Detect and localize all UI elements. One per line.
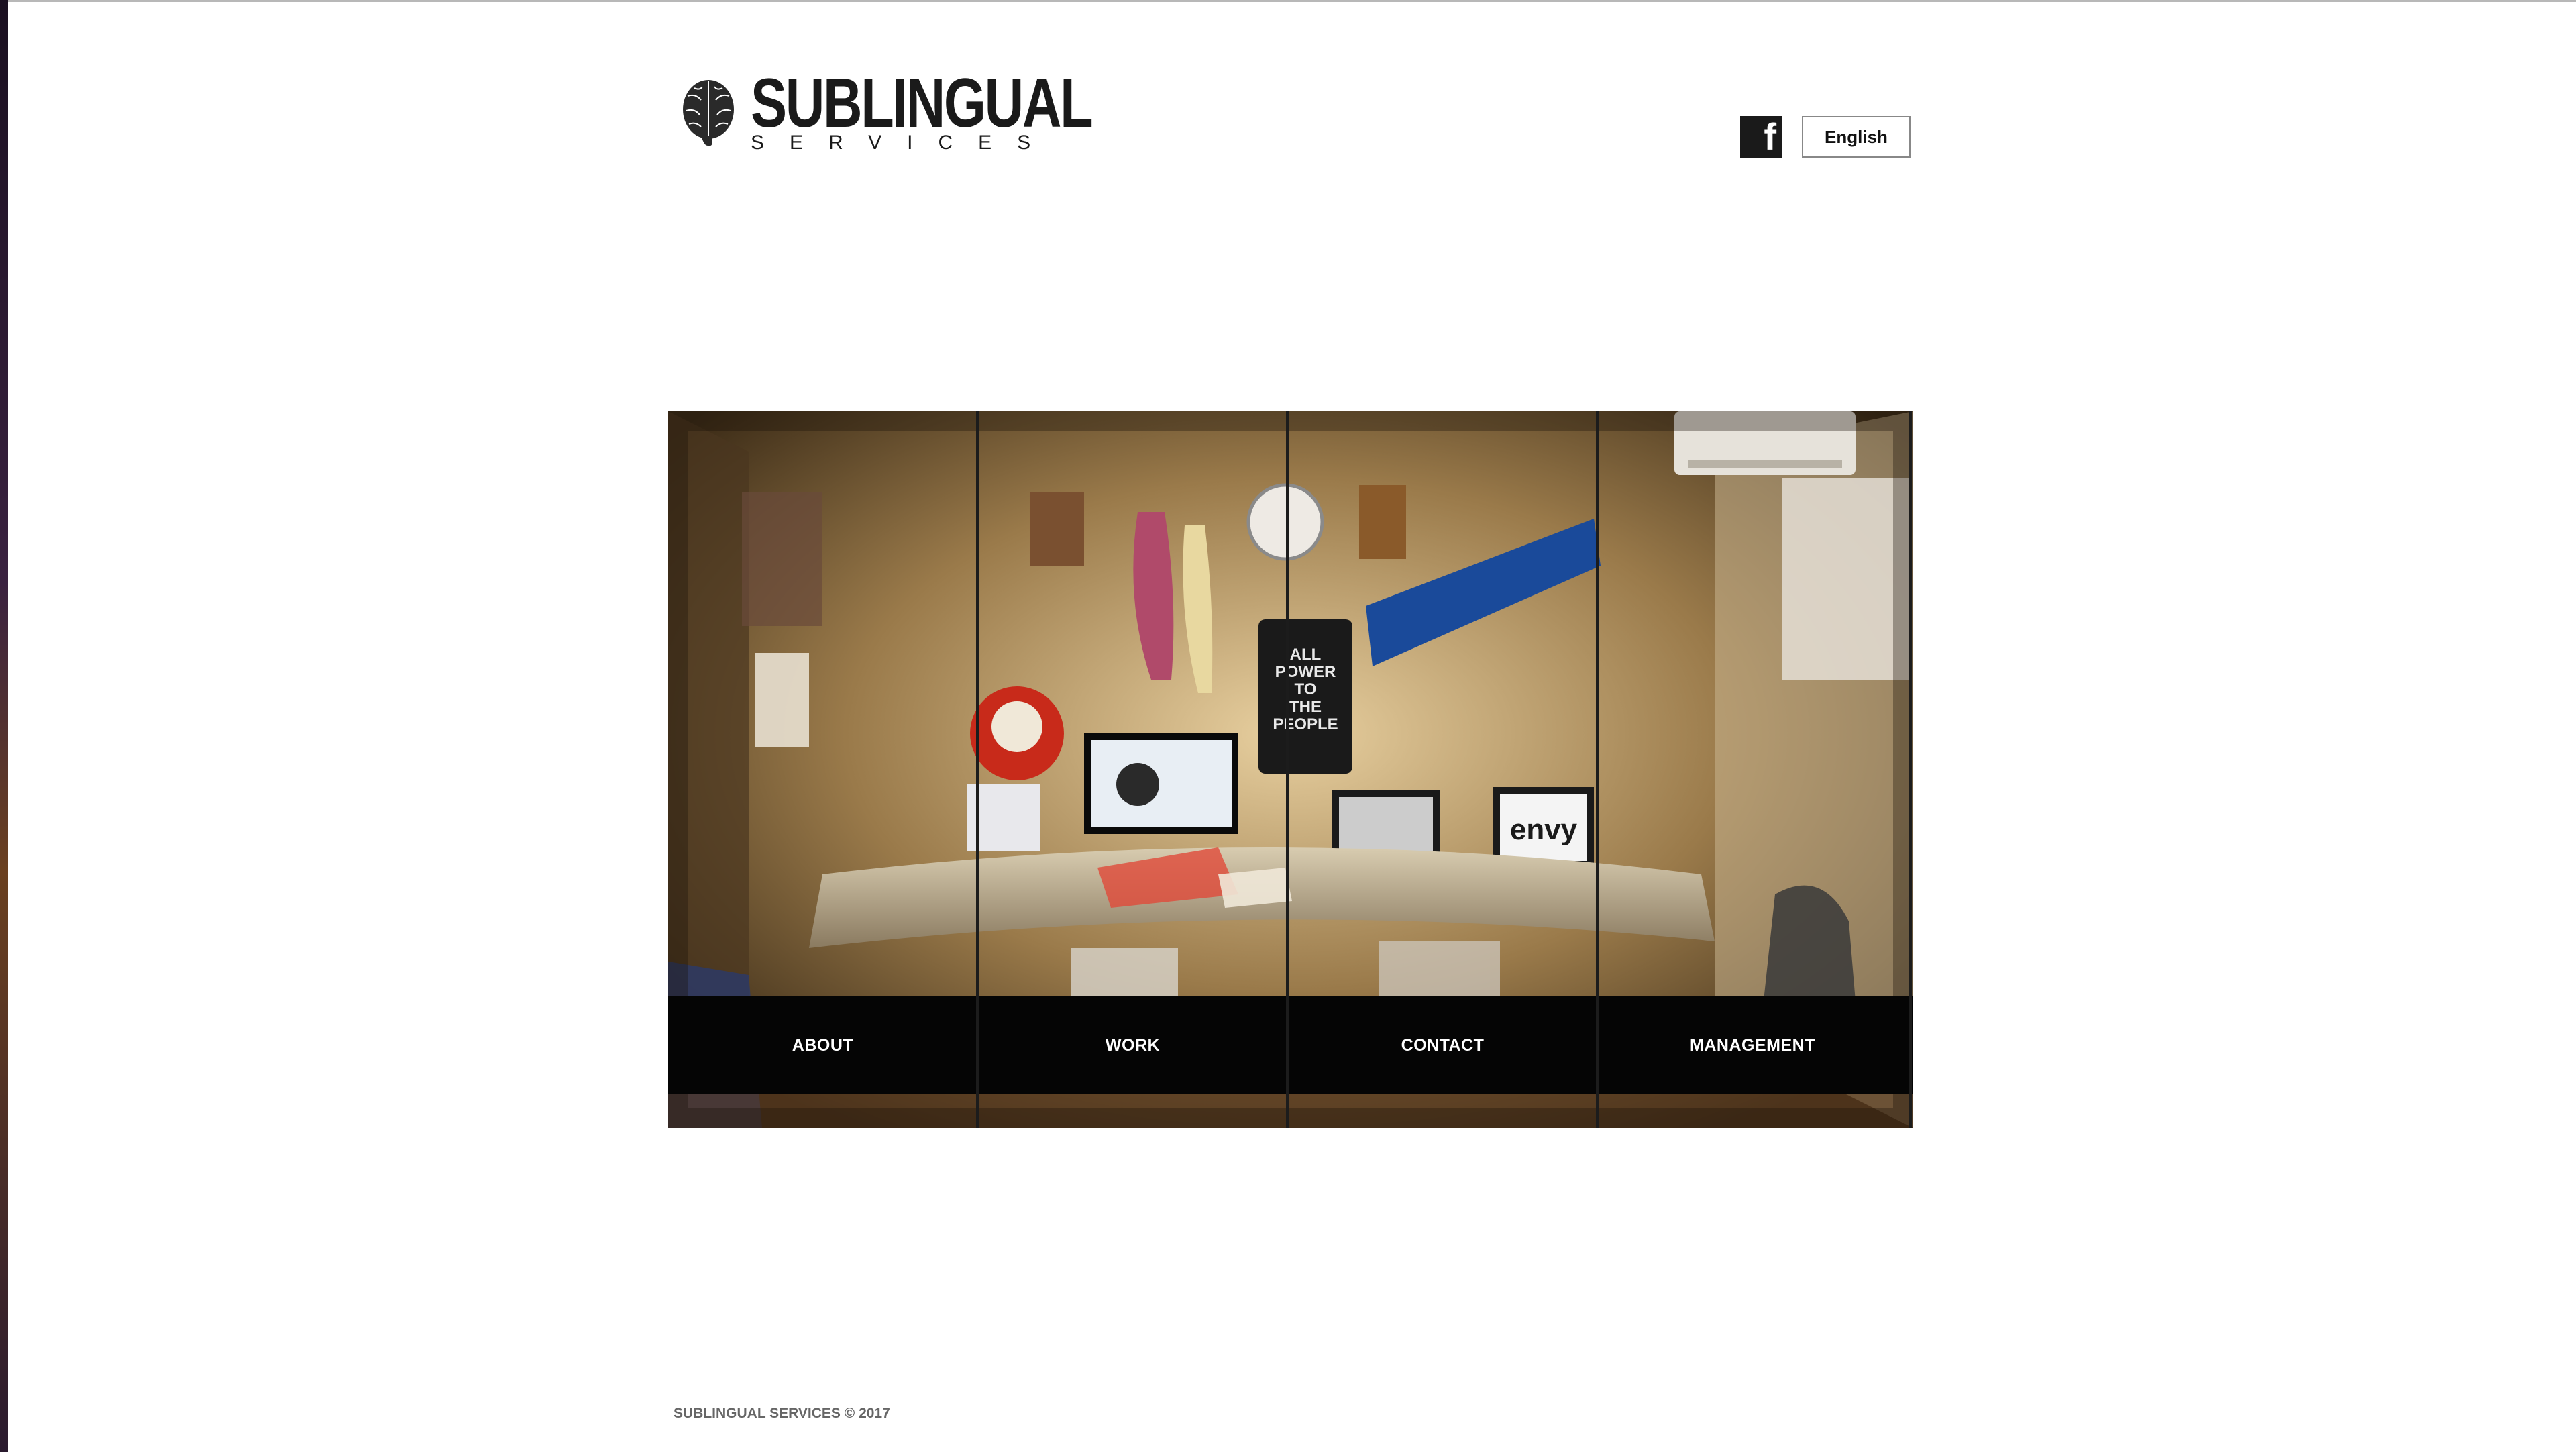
nav-about[interactable]: ABOUT xyxy=(668,996,977,1094)
brain-icon xyxy=(683,80,734,146)
laptop-screen-text: envy xyxy=(1510,813,1578,846)
page: SUBLINGUAL SERVICES f English ALL POWER … xyxy=(8,0,2576,1452)
site-logo[interactable]: SUBLINGUAL SERVICES xyxy=(681,68,1093,158)
language-button[interactable]: English xyxy=(1802,116,1911,158)
poster-text: TO xyxy=(1295,680,1317,698)
poster-text: THE xyxy=(1289,698,1322,716)
nav-management[interactable]: MANAGEMENT xyxy=(1598,996,1907,1094)
facebook-button[interactable]: f xyxy=(1740,116,1782,158)
poster-text: POWER xyxy=(1275,663,1336,681)
footer-copyright: SUBLINGUAL SERVICES © 2017 xyxy=(674,1406,890,1421)
facebook-icon: f xyxy=(1764,115,1776,158)
poster-text: ALL xyxy=(1290,645,1322,664)
desktop-background xyxy=(0,0,8,1452)
hero-gallery: ALL POWER TO THE PEOPLE envy ABOUT WORK CONTA… xyxy=(668,411,1913,1128)
logo-subtitle: SERVICES xyxy=(751,132,1057,154)
gallery-divider xyxy=(1909,411,1912,1128)
nav-contact[interactable]: CONTACT xyxy=(1288,996,1597,1094)
poster-text: PEOPLE xyxy=(1273,715,1338,733)
logo-title: SUBLINGUAL xyxy=(751,64,1093,142)
nav-work[interactable]: WORK xyxy=(978,996,1287,1094)
